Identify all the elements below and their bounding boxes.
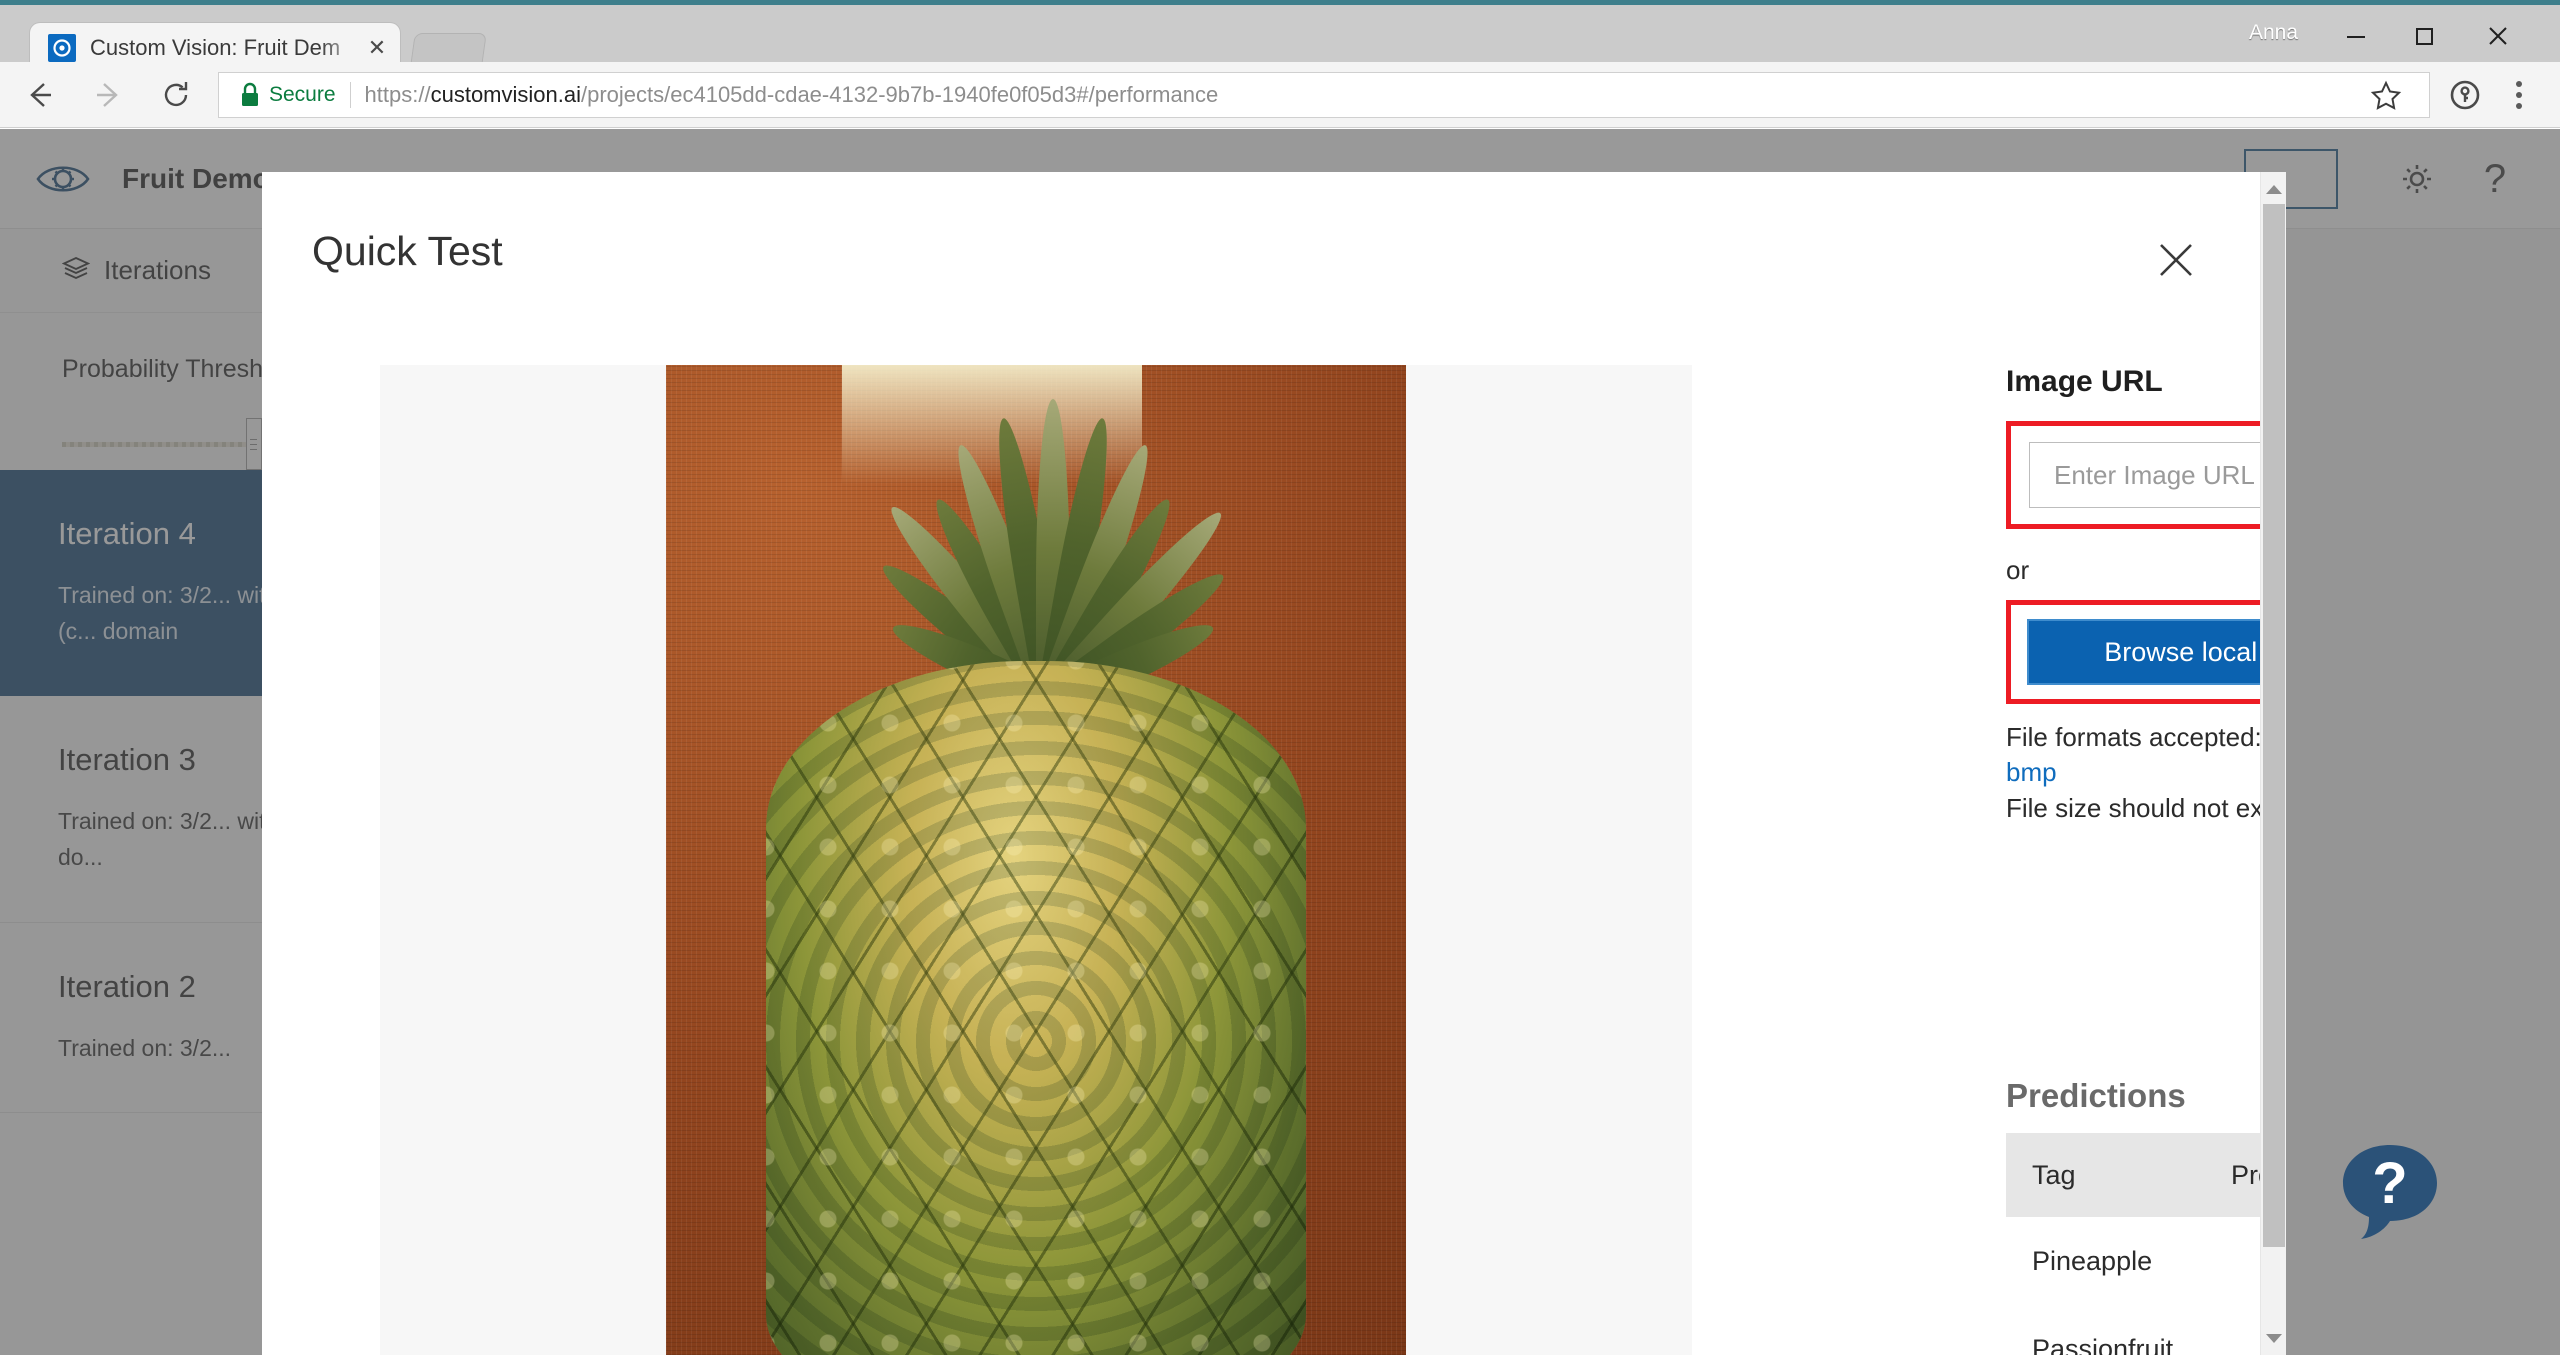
pineapple-scale-dots xyxy=(766,661,1306,1355)
scroll-down-icon[interactable] xyxy=(2261,1325,2286,1351)
secure-label: Secure xyxy=(269,82,336,106)
address-bar-url: https://customvision.ai/projects/ec4105d… xyxy=(365,82,1219,108)
close-icon[interactable] xyxy=(2148,232,2204,288)
predictions-heading: Predictions xyxy=(2006,1077,2186,1114)
window-minimize-button[interactable] xyxy=(2324,10,2388,62)
modal-scrollbar[interactable] xyxy=(2260,172,2286,1355)
predictions-panel: Predictions Tag Probability Pineapple 99… xyxy=(2006,1077,2286,1355)
menu-dot-icon xyxy=(2516,102,2522,109)
file-formats-label: File formats accepted: xyxy=(2006,722,2269,752)
browser-toolbar: Secure https://customvision.ai/projects/… xyxy=(0,62,2560,128)
browse-highlight-box: Browse local files xyxy=(2006,600,2286,704)
custom-vision-favicon xyxy=(48,34,76,62)
pineapple-crown xyxy=(756,369,1316,715)
bookmark-star-icon[interactable] xyxy=(2359,68,2413,122)
forward-button[interactable] xyxy=(80,67,136,123)
window-maximize-button[interactable] xyxy=(2392,10,2456,62)
file-size-label: File size should not exceed: xyxy=(2006,792,2286,823)
back-button[interactable] xyxy=(12,67,68,123)
table-row: Pineapple 99.6% xyxy=(2006,1217,2286,1305)
image-source-panel: Image URL Enter Image URL or Browse loca… xyxy=(2006,365,2286,826)
image-url-row: Enter Image URL xyxy=(2029,442,2286,508)
lock-icon xyxy=(239,82,261,108)
menu-dot-icon xyxy=(2516,91,2522,98)
or-separator-label: or xyxy=(2006,555,2030,585)
url-path: /projects/ec4105dd-cdae-4132-9b7b-1940fe… xyxy=(580,81,1219,107)
image-url-input[interactable]: Enter Image URL xyxy=(2029,442,2286,508)
predictions-table: Tag Probability Pineapple 99.6% Passionf… xyxy=(2006,1133,2286,1355)
scroll-up-icon[interactable] xyxy=(2261,176,2286,202)
column-header-tag: Tag xyxy=(2032,1159,2076,1190)
file-size-note: File size should not exceed: 4mb xyxy=(2006,791,2286,826)
tab-title: Custom Vision: Fruit Dem xyxy=(90,35,341,60)
modal-scrollbar-thumb[interactable] xyxy=(2263,204,2285,1247)
browser-menu-button[interactable] xyxy=(2492,65,2546,125)
predictions-table-header: Tag Probability xyxy=(2006,1133,2286,1217)
table-row: Passionfruit 79.9% xyxy=(2006,1305,2286,1355)
omnibox-divider xyxy=(349,81,351,108)
help-chat-button[interactable]: ? xyxy=(2335,1135,2445,1245)
test-image-preview xyxy=(666,365,1406,1355)
quick-test-modal: Quick Test Image URL Enter Image URL or … xyxy=(262,172,2286,1355)
prediction-tag: Passionfruit xyxy=(2032,1333,2174,1355)
reload-button[interactable] xyxy=(148,67,204,123)
image-url-heading: Image URL xyxy=(2006,365,2163,398)
upload-constraints: File formats accepted: jpg, png, bmp Fil… xyxy=(2006,720,2286,826)
tab-close-icon[interactable]: ✕ xyxy=(364,35,390,61)
prediction-tag: Pineapple xyxy=(2032,1245,2153,1276)
password-manager-icon[interactable] xyxy=(2438,68,2492,122)
modal-title: Quick Test xyxy=(312,228,503,274)
url-scheme: https:// xyxy=(364,81,431,107)
window-close-button[interactable] xyxy=(2466,10,2530,62)
file-formats-note: File formats accepted: jpg, png, bmp xyxy=(2006,720,2286,791)
test-image-stage xyxy=(380,365,1692,1355)
pineapple-body xyxy=(766,661,1306,1355)
address-bar[interactable]: Secure https://customvision.ai/projects/… xyxy=(218,71,2430,118)
menu-dot-icon xyxy=(2516,80,2522,87)
svg-text:?: ? xyxy=(2372,1151,2407,1216)
image-url-highlight-box: Enter Image URL xyxy=(2006,421,2286,529)
browser-window: Custom Vision: Fruit Dem ✕ Anna Secure h… xyxy=(0,0,2560,1355)
window-user-label[interactable]: Anna xyxy=(2249,21,2298,45)
url-host: customvision.ai xyxy=(430,81,581,107)
browse-local-files-button[interactable]: Browse local files xyxy=(2027,619,2286,685)
browser-titlebar: Custom Vision: Fruit Dem ✕ Anna xyxy=(0,0,2560,73)
